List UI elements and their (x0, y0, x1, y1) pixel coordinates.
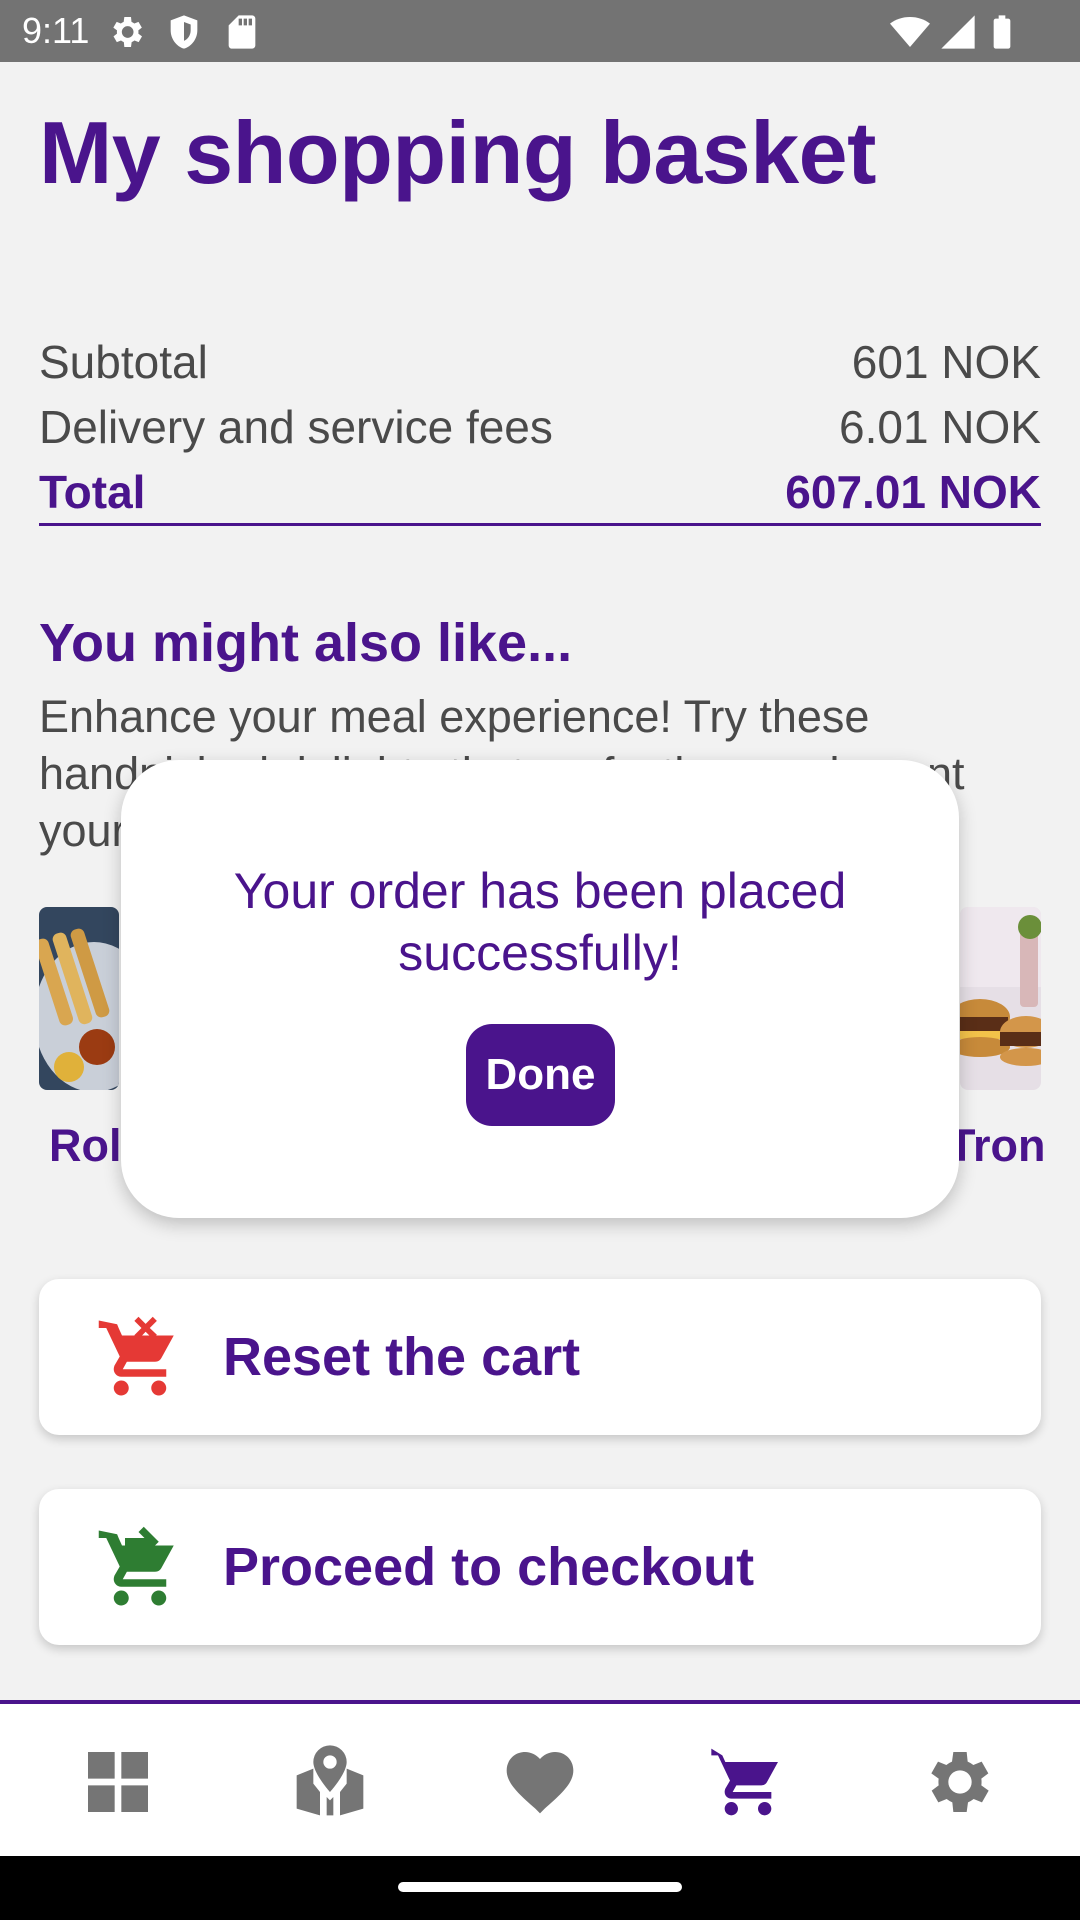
gesture-bar (0, 1856, 1080, 1920)
sd-card-icon (222, 12, 262, 52)
status-time: 9:11 (22, 10, 90, 51)
map-icon[interactable] (290, 1742, 370, 1822)
home-gesture-handle[interactable] (398, 1882, 682, 1892)
dashboard-icon[interactable] (78, 1742, 158, 1822)
cart-icon[interactable] (708, 1742, 788, 1822)
shield-icon (164, 12, 204, 52)
heart-icon[interactable] (500, 1742, 580, 1822)
battery-icon (982, 12, 1022, 52)
signal-icon (938, 12, 978, 52)
status-bar: 9:11 (0, 0, 1080, 62)
settings-icon[interactable] (920, 1742, 1000, 1822)
order-success-dialog: Your order has been placed successfully!… (121, 760, 959, 1218)
dialog-message: Your order has been placed successfully! (233, 863, 847, 981)
bottom-navigation (0, 1700, 1080, 1856)
settings-icon (106, 12, 146, 52)
done-button[interactable]: Done (466, 1024, 615, 1126)
wifi-icon (890, 12, 930, 52)
